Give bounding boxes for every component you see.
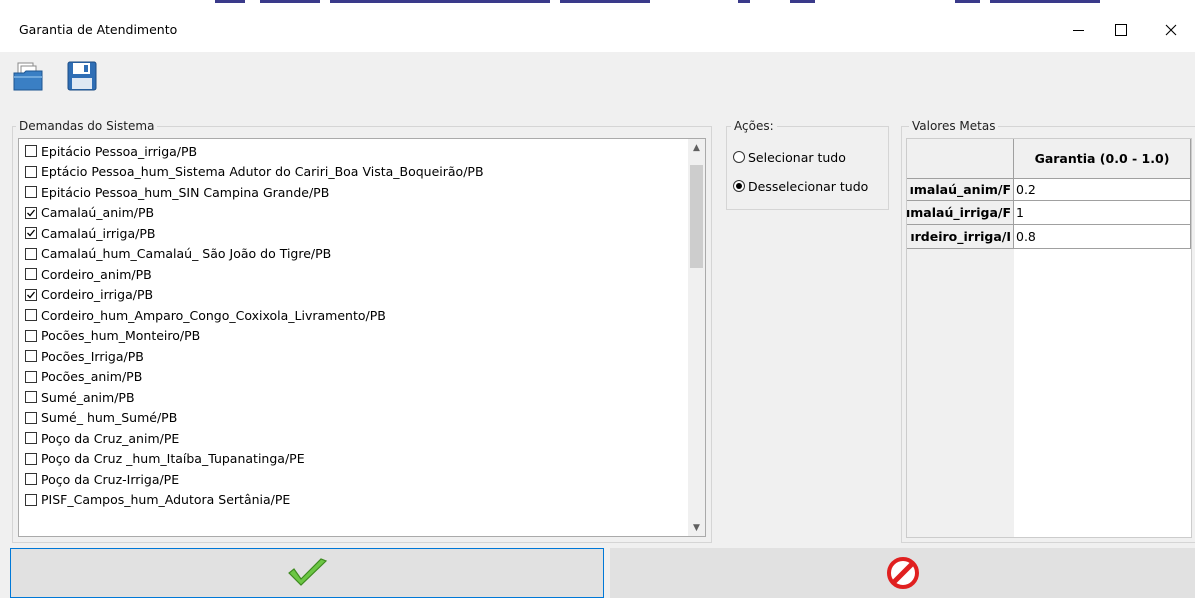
list-item-label: Poço da Cruz-Irriga/PE (41, 471, 180, 487)
checkbox[interactable] (25, 268, 37, 280)
list-item-label: Cordeiro_anim/PB (41, 266, 152, 282)
checkbox[interactable] (25, 391, 37, 403)
list-item[interactable]: Poço da Cruz _hum_Itaíba_Tupanatinga/PE (25, 449, 305, 469)
list-item[interactable]: Pocões_anim/PB (25, 367, 142, 387)
list-item-label: Cordeiro_hum_Amparo_Congo_Coxixola_Livra… (41, 307, 386, 323)
list-item-label: Cordeiro_irriga/PB (41, 287, 154, 302)
checkbox[interactable] (25, 432, 37, 444)
radio-deselect-all-label: Desselecionar tudo (748, 178, 869, 194)
minimize-icon (1072, 29, 1084, 31)
list-item-label: Epitácio Pessoa_irriga/PB (41, 143, 198, 159)
list-item-label: Pocões_Irriga/PB (41, 348, 144, 364)
radio-select-all-label: Selecionar tudo (748, 149, 846, 165)
maximize-icon (1115, 24, 1127, 36)
checkbox[interactable] (25, 411, 37, 424)
demandas-label: Demandas do Sistema (16, 119, 158, 133)
green-checkmark-icon (288, 558, 328, 586)
checkbox[interactable] (25, 473, 37, 485)
checkbox[interactable] (25, 206, 37, 219)
list-item[interactable]: Pocões_Irriga/PB (25, 346, 144, 366)
list-item-label: Sumé_anim/PB (41, 389, 135, 405)
checkbox[interactable] (25, 350, 37, 362)
checkbox[interactable] (25, 247, 37, 260)
list-item-label: Poço da Cruz _hum_Itaíba_Tupanatinga/PE (41, 451, 305, 466)
list-item[interactable]: Cordeiro_anim/PB (25, 264, 152, 284)
checkbox[interactable] (25, 227, 37, 239)
checkbox[interactable] (25, 186, 37, 198)
cancel-button[interactable] (610, 548, 1195, 598)
metas-grid: Garantia (0.0 - 1.0) ımalaú_anim/F 0.2 ı… (906, 138, 1192, 538)
close-button[interactable] (1148, 14, 1194, 46)
checkbox[interactable] (25, 370, 37, 383)
list-item[interactable]: Epitácio Pessoa_hum_SIN Campina Grande/P… (25, 182, 329, 202)
list-item[interactable]: Camalaú_hum_Camalaú_ São João do Tigre/P… (25, 244, 331, 264)
list-item[interactable]: Cordeiro_hum_Amparo_Congo_Coxixola_Livra… (25, 305, 386, 325)
list-item[interactable]: Sumé_ hum_Sumé/PB (25, 408, 177, 428)
list-item-label: PISF_Campos_hum_Adutora Sertânia/PE (41, 492, 291, 507)
list-item[interactable]: Camalaú_anim/PB (25, 203, 154, 223)
save-button[interactable] (66, 60, 98, 92)
checkbox[interactable] (25, 145, 37, 157)
scroll-up-arrow-icon[interactable]: ▲ (688, 139, 705, 156)
open-folder-icon (13, 62, 43, 91)
radio-dot (736, 183, 742, 189)
list-item[interactable]: Epitácio Pessoa_irriga/PB (25, 141, 197, 161)
checkbox[interactable] (25, 452, 37, 465)
list-item[interactable]: Pocões_hum_Monteiro/PB (25, 326, 200, 346)
radio-deselect-all[interactable]: Desselecionar tudo (733, 177, 868, 195)
title-bar: Garantia de Atendimento (0, 8, 1195, 52)
list-item-label: Camalaú_hum_Camalaú_ São João do Tigre/P… (41, 246, 332, 261)
checkbox[interactable] (25, 329, 37, 342)
grid-row-header: ırdeiro_irriga/I (907, 225, 1014, 249)
grid-row-header: ımalaú_irriga/F (907, 201, 1014, 225)
checkbox[interactable] (25, 288, 37, 301)
radio-select-all[interactable]: Selecionar tudo (733, 148, 846, 166)
list-item-label: Pocões_hum_Monteiro/PB (41, 328, 201, 343)
metas-label: Valores Metas (909, 119, 999, 133)
background-window-strip (0, 0, 1195, 8)
list-item-label: Camalaú_anim/PB (41, 205, 155, 220)
checkbox[interactable] (25, 165, 37, 178)
list-item-label: Poço da Cruz_anim/PE (41, 430, 180, 446)
radio-deselect-all-circle[interactable] (733, 180, 745, 192)
scroll-thumb[interactable] (690, 165, 703, 268)
list-item[interactable]: Poço da Cruz_anim/PE (25, 428, 179, 448)
list-item[interactable]: Poço da Cruz-Irriga/PE (25, 469, 179, 489)
grid-value-cell[interactable]: 0.8 (1014, 225, 1191, 249)
acoes-group (726, 126, 889, 210)
checkbox[interactable] (25, 309, 37, 321)
maximize-button[interactable] (1098, 14, 1144, 46)
grid-value-cell[interactable]: 1 (1014, 201, 1191, 225)
floppy-disk-icon (67, 61, 97, 91)
list-item[interactable]: Eptácio Pessoa_hum_Sistema Adutor do Car… (25, 162, 484, 182)
list-item[interactable]: Cordeiro_irriga/PB (25, 285, 153, 305)
checkmark-icon (27, 291, 36, 298)
list-item-label: Epitácio Pessoa_hum_SIN Campina Grande/P… (41, 184, 330, 200)
close-icon (1165, 24, 1177, 36)
grid-column-header: Garantia (0.0 - 1.0) (1014, 139, 1191, 179)
list-item-label: Eptácio Pessoa_hum_Sistema Adutor do Car… (41, 164, 484, 179)
open-button[interactable] (12, 60, 44, 92)
checkbox[interactable] (25, 493, 37, 506)
grid-value-cell[interactable]: 0.2 (1014, 179, 1191, 201)
minimize-button[interactable] (1055, 14, 1101, 46)
demandas-list[interactable]: ▲ ▼ Epitácio Pessoa_irriga/PB Eptácio Pes… (18, 138, 706, 537)
radio-select-all-circle[interactable] (733, 151, 745, 163)
ok-button[interactable] (10, 548, 604, 598)
checkmark-icon (27, 209, 36, 216)
list-item[interactable]: PISF_Campos_hum_Adutora Sertânia/PE (25, 490, 290, 510)
grid-row-header: ımalaú_anim/F (907, 179, 1014, 201)
list-item-label: Camalaú_irriga/PB (41, 225, 156, 241)
vertical-scrollbar[interactable]: ▲ ▼ (688, 139, 705, 536)
red-cancel-icon (886, 557, 919, 589)
checkmark-icon (27, 229, 36, 237)
list-item-label: Sumé_ hum_Sumé/PB (41, 410, 178, 425)
list-item-label: Pocões_anim/PB (41, 369, 143, 384)
window-title: Garantia de Atendimento (19, 22, 178, 37)
list-item[interactable]: Sumé_anim/PB (25, 387, 135, 407)
scroll-down-arrow-icon[interactable]: ▼ (688, 519, 705, 536)
grid-corner-cell (907, 139, 1014, 179)
list-item[interactable]: Camalaú_irriga/PB (25, 223, 155, 243)
acoes-label: Ações: (731, 119, 777, 133)
